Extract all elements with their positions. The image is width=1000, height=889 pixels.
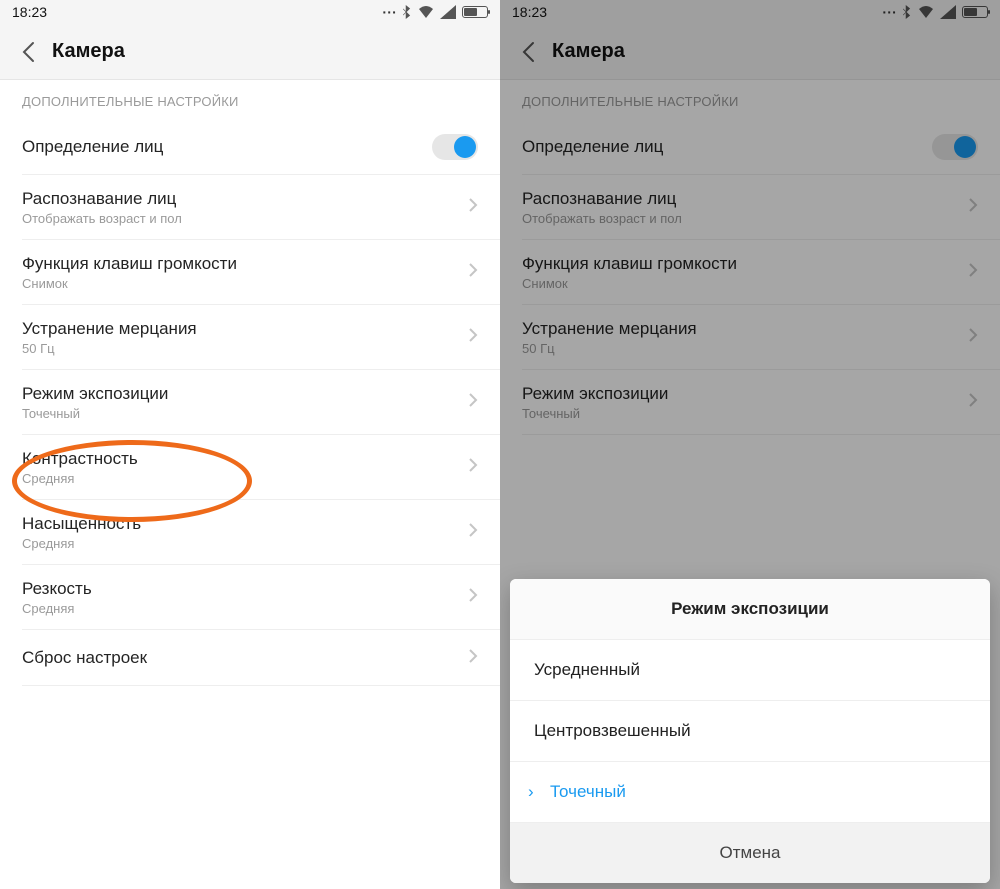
toggle-switch[interactable]	[432, 134, 478, 160]
signal-icon	[440, 5, 456, 19]
status-bar: 18:23	[0, 0, 500, 24]
chevron-right-icon: ›	[528, 782, 542, 802]
row-reset[interactable]: Сброс настроек	[0, 630, 500, 686]
row-title: Контрастность	[22, 449, 138, 469]
row-face-recognition[interactable]: Распознавание лиц Отображать возраст и п…	[0, 175, 500, 240]
chevron-right-icon	[468, 587, 478, 608]
chevron-right-icon	[468, 457, 478, 478]
sheet-cancel-button[interactable]: Отмена	[510, 823, 990, 883]
phone-left: 18:23 Камера ДОПОЛНИТЕЛЬНЫЕ НАСТРОЙКИ Оп…	[0, 0, 500, 889]
row-flicker[interactable]: Устранение мерцания 50 Гц	[0, 305, 500, 370]
row-subtitle: Точечный	[22, 406, 168, 421]
section-header: ДОПОЛНИТЕЛЬНЫЕ НАСТРОЙКИ	[0, 80, 500, 119]
phone-right: 18:23 Камера ДОПОЛНИТЕЛЬНЫЕ НАСТРОЙКИ Оп…	[500, 0, 1000, 889]
row-title: Функция клавиш громкости	[22, 254, 237, 274]
chevron-left-icon	[21, 41, 35, 63]
option-label: Точечный	[550, 782, 626, 802]
bluetooth-icon	[403, 5, 412, 19]
row-subtitle: 50 Гц	[22, 341, 197, 356]
battery-icon	[462, 6, 488, 18]
back-button[interactable]	[16, 40, 40, 64]
page-header: Камера	[0, 24, 500, 80]
status-time: 18:23	[12, 4, 47, 20]
more-icon	[382, 4, 397, 20]
row-title: Определение лиц	[22, 137, 163, 157]
row-title: Сброс настроек	[22, 648, 147, 668]
status-icons	[382, 4, 488, 20]
sheet-option-center-weighted[interactable]: Центровзвешенный	[510, 701, 990, 762]
wifi-icon	[418, 5, 434, 19]
option-label: Центровзвешенный	[534, 721, 691, 741]
row-subtitle: Средняя	[22, 601, 92, 616]
row-subtitle: Средняя	[22, 471, 138, 486]
chevron-right-icon	[468, 522, 478, 543]
row-exposure-mode[interactable]: Режим экспозиции Точечный	[0, 370, 500, 435]
row-title: Резкость	[22, 579, 92, 599]
settings-list: Определение лиц Распознавание лиц Отобра…	[0, 119, 500, 889]
row-title: Насыщенность	[22, 514, 141, 534]
option-label: Усредненный	[534, 660, 640, 680]
page-title: Камера	[52, 40, 125, 63]
chevron-right-icon	[468, 262, 478, 283]
row-volume-keys[interactable]: Функция клавиш громкости Снимок	[0, 240, 500, 305]
row-sharpness[interactable]: Резкость Средняя	[0, 565, 500, 630]
row-title: Распознавание лиц	[22, 189, 182, 209]
cancel-label: Отмена	[720, 843, 781, 862]
chevron-right-icon	[468, 197, 478, 218]
row-subtitle: Отображать возраст и пол	[22, 211, 182, 226]
chevron-right-icon	[468, 648, 478, 669]
sheet-title: Режим экспозиции	[510, 579, 990, 640]
row-subtitle: Снимок	[22, 276, 237, 291]
row-title: Режим экспозиции	[22, 384, 168, 404]
exposure-mode-sheet: Режим экспозиции Усредненный Центровзвеш…	[510, 579, 990, 883]
sheet-option-spot[interactable]: › Точечный	[510, 762, 990, 823]
row-subtitle: Средняя	[22, 536, 141, 551]
sheet-option-averaged[interactable]: Усредненный	[510, 640, 990, 701]
row-contrast[interactable]: Контрастность Средняя	[0, 435, 500, 500]
chevron-right-icon	[468, 392, 478, 413]
row-saturation[interactable]: Насыщенность Средняя	[0, 500, 500, 565]
row-face-detection[interactable]: Определение лиц	[0, 119, 500, 175]
row-title: Устранение мерцания	[22, 319, 197, 339]
chevron-right-icon	[468, 327, 478, 348]
